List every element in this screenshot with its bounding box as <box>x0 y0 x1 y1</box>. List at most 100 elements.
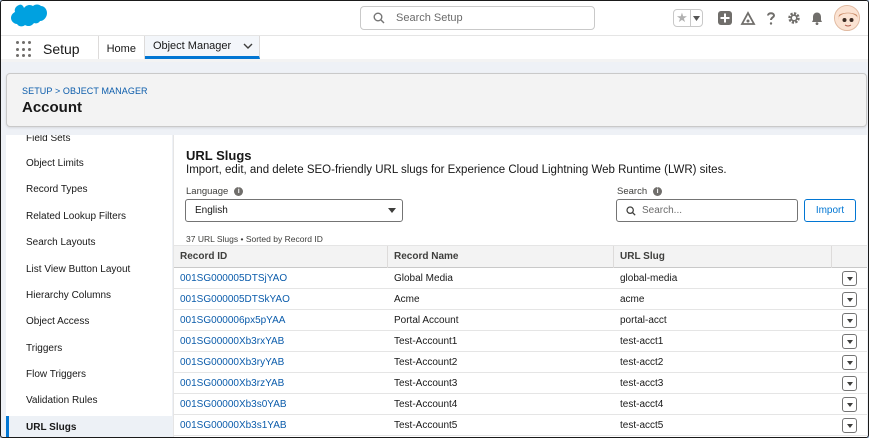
sidebar-item-validation-rules[interactable]: Validation Rules <box>6 389 172 413</box>
url-slug-cell: test-acct4 <box>620 399 664 410</box>
table-row: 001SG000005DTSjYAO Global Media global-med… <box>174 268 867 289</box>
record-name-cell: Test-Account1 <box>394 336 458 347</box>
record-name-cell: Global Media <box>394 273 453 284</box>
row-actions-button[interactable] <box>842 334 857 349</box>
search-label-text: Search <box>617 186 648 197</box>
favorites-menu-button[interactable] <box>690 10 702 26</box>
slug-search-input[interactable] <box>642 205 792 216</box>
url-slug-cell: test-acct2 <box>620 357 664 368</box>
app-frame: ★ <box>0 0 869 438</box>
chevron-down-icon <box>846 423 853 428</box>
record-id-link[interactable]: 001SG000005DTSkYAO <box>174 289 290 309</box>
sidebar-item-url-slugs[interactable]: URL Slugs <box>6 416 172 437</box>
chevron-down-icon <box>693 15 700 21</box>
url-slug-cell: portal-acct <box>620 315 667 326</box>
global-search-input[interactable] <box>396 12 576 24</box>
record-id-link[interactable]: 001SG00000Xb3s1YAB <box>174 415 287 435</box>
sidebar-item-list-view-button-layout[interactable]: List View Button Layout <box>6 258 172 282</box>
star-icon[interactable]: ★ <box>674 10 690 26</box>
tab-object-manager[interactable]: Object Manager <box>144 36 261 59</box>
column-header-url-slug[interactable]: URL Slug <box>614 246 832 268</box>
import-button[interactable]: Import <box>804 199 856 222</box>
info-icon[interactable]: i <box>234 187 244 196</box>
record-id-link[interactable]: 001SG00000Xb3s0YAB <box>174 394 287 414</box>
sidebar-item-field-sets[interactable]: Field Sets <box>6 135 172 151</box>
sidebar-item-hierarchy-columns[interactable]: Hierarchy Columns <box>6 284 172 308</box>
chevron-down-icon <box>846 339 853 344</box>
breadcrumb[interactable]: SETUP > OBJECT MANAGER <box>22 86 148 96</box>
salesforce-logo[interactable] <box>7 3 49 33</box>
sidebar-item-record-types[interactable]: Record Types <box>6 178 172 202</box>
language-label: Language i <box>186 186 244 197</box>
row-actions-button[interactable] <box>842 271 857 286</box>
sidebar-item-flow-triggers[interactable]: Flow Triggers <box>6 363 172 387</box>
sidebar-item-object-limits[interactable]: Object Limits <box>6 152 172 176</box>
sidebar-item-search-layouts[interactable]: Search Layouts <box>6 231 172 255</box>
header-utilities: ★ <box>673 5 860 31</box>
table-row: 001SG000006px5pYAA Portal Account portal-a… <box>174 310 867 331</box>
app-launcher-waffle-icon[interactable] <box>16 41 33 58</box>
table-header: Record ID Record Name URL Slug <box>174 245 867 268</box>
table-body: 001SG000005DTSjYAO Global Media global-med… <box>174 268 867 436</box>
record-name-cell: Test-Account3 <box>394 378 458 389</box>
language-label-text: Language <box>186 186 229 197</box>
global-header: ★ <box>1 1 868 36</box>
row-actions-button[interactable] <box>842 397 857 412</box>
row-actions-button[interactable] <box>842 313 857 328</box>
trailhead-button[interactable] <box>737 7 759 29</box>
tab-home[interactable]: Home <box>99 36 145 59</box>
favorites-group: ★ <box>673 9 703 27</box>
app-name: Setup <box>43 36 99 59</box>
column-header-record-name[interactable]: Record Name <box>388 246 614 268</box>
record-id-link[interactable]: 001SG00000Xb3ryYAB <box>174 352 284 372</box>
info-icon[interactable]: i <box>653 187 663 196</box>
table-row: 001SG00000Xb3rxYAB Test-Account1 test-acct… <box>174 331 867 352</box>
record-id-link[interactable]: 001SG000005DTSjYAO <box>174 268 287 288</box>
sidebar-item-object-access[interactable]: Object Access <box>6 310 172 334</box>
notifications-button[interactable] <box>806 7 828 29</box>
table-row: 001SG00000Xb3s1YAB Test-Account5 test-acct… <box>174 415 867 436</box>
avatar[interactable] <box>834 5 860 31</box>
help-icon <box>767 12 776 25</box>
chevron-down-icon <box>846 276 853 281</box>
chevron-down-icon <box>846 297 853 302</box>
record-id-link[interactable]: 001SG00000Xb3rzYAB <box>174 373 284 393</box>
page-header: SETUP > OBJECT MANAGER Account <box>6 73 867 127</box>
row-actions-button[interactable] <box>842 418 857 433</box>
help-button[interactable] <box>760 7 782 29</box>
record-name-cell: Portal Account <box>394 315 459 326</box>
column-header-record-id[interactable]: Record ID <box>174 246 388 268</box>
table-row: 001SG000005DTSkYAO Acme acme <box>174 289 867 310</box>
user-avatar-image <box>835 6 859 30</box>
tab-object-manager-label: Object Manager <box>152 40 232 52</box>
global-search[interactable] <box>360 6 595 30</box>
row-actions-button[interactable] <box>842 355 857 370</box>
url-slugs-table: Record ID Record Name URL Slug 001SG0000… <box>174 245 867 436</box>
chevron-down-icon <box>846 360 853 365</box>
chevron-down-icon[interactable] <box>243 43 253 50</box>
sidebar-item-triggers[interactable]: Triggers <box>6 337 172 361</box>
slug-search-box[interactable] <box>616 199 798 222</box>
row-actions-button[interactable] <box>842 292 857 307</box>
record-id-link[interactable]: 001SG00000Xb3rxYAB <box>174 331 284 351</box>
record-id-link[interactable]: 001SG000006px5pYAA <box>174 310 285 330</box>
bell-icon <box>812 12 822 25</box>
chevron-down-icon <box>388 208 396 213</box>
gear-icon <box>788 12 800 24</box>
global-actions-button[interactable] <box>714 7 736 29</box>
search-icon <box>626 205 636 216</box>
setup-gear-button[interactable] <box>783 7 805 29</box>
record-name-cell: Acme <box>394 294 420 305</box>
language-select[interactable]: English <box>185 199 403 222</box>
table-row: 001SG00000Xb3rzYAB Test-Account3 test-acct… <box>174 373 867 394</box>
sidebar-item-related-lookup-filters[interactable]: Related Lookup Filters <box>6 205 172 229</box>
language-select-value: English <box>195 205 228 216</box>
chevron-down-icon <box>846 402 853 407</box>
search-icon <box>373 12 385 24</box>
record-name-cell: Test-Account4 <box>394 399 458 410</box>
object-manager-sidebar: Field Sets Object Limits Record Types Re… <box>6 135 172 437</box>
url-slug-cell: test-acct1 <box>620 336 664 347</box>
row-actions-button[interactable] <box>842 376 857 391</box>
url-slug-cell: test-acct3 <box>620 378 664 389</box>
chevron-down-icon <box>846 381 853 386</box>
